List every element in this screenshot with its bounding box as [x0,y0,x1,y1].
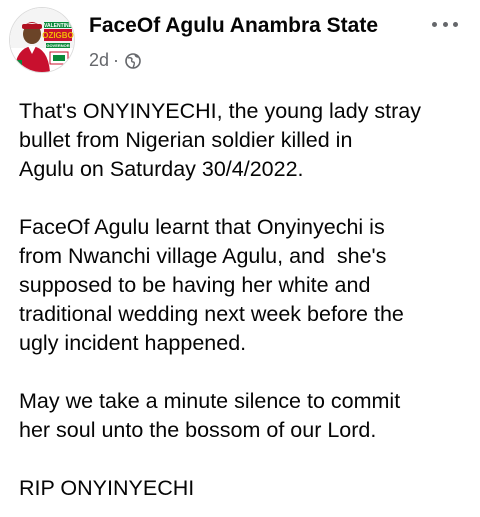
post-line: Agulu on Saturday 30/4/2022. [19,157,304,181]
post-line: RIP ONYINYECHI [19,476,195,500]
post-meta: 2d · [89,50,141,71]
avatar[interactable]: VALENTINE OZIGBO GOVERNOR [10,8,74,72]
post-body: That's ONYINYECHI, the young lady stray … [19,97,469,517]
post-line: traditional wedding next week before the [19,302,404,326]
post-line: May we take a minute silence to commit [19,389,401,413]
post-line: bullet from Nigerian soldier killed in [19,128,353,152]
post-line: ugly incident happened. [19,331,247,355]
avatar-text-top: VALENTINE [44,23,73,29]
post-timestamp[interactable]: 2d [89,50,109,71]
meta-separator: · [113,50,120,70]
avatar-text-sub: GOVERNOR [46,43,69,48]
facebook-post: VALENTINE OZIGBO GOVERNOR FaceOf Agulu A… [0,0,480,517]
post-line: FaceOf Agulu learnt that Onyinyechi is [19,215,385,239]
post-paragraph-4: RIP ONYINYECHI [19,474,469,503]
avatar-image: VALENTINE OZIGBO GOVERNOR [10,8,74,72]
post-author-name[interactable]: FaceOf Agulu Anambra State [89,14,378,38]
post-line: her soul unto the bossom of our Lord. [19,418,377,442]
post-line: from Nwanchi village Agulu, and she's [19,244,387,268]
post-line: supposed to be having her white and [19,273,371,297]
more-horizontal-icon[interactable] [432,14,458,34]
globe-icon[interactable] [125,52,141,69]
post-paragraph-1: That's ONYINYECHI, the young lady stray … [19,97,469,184]
post-paragraph-3: May we take a minute silence to commit h… [19,387,469,445]
post-paragraph-2: FaceOf Agulu learnt that Onyinyechi is f… [19,213,469,358]
avatar-text-main: OZIGBO [42,31,74,40]
post-line: That's ONYINYECHI, the young lady stray [19,99,422,123]
